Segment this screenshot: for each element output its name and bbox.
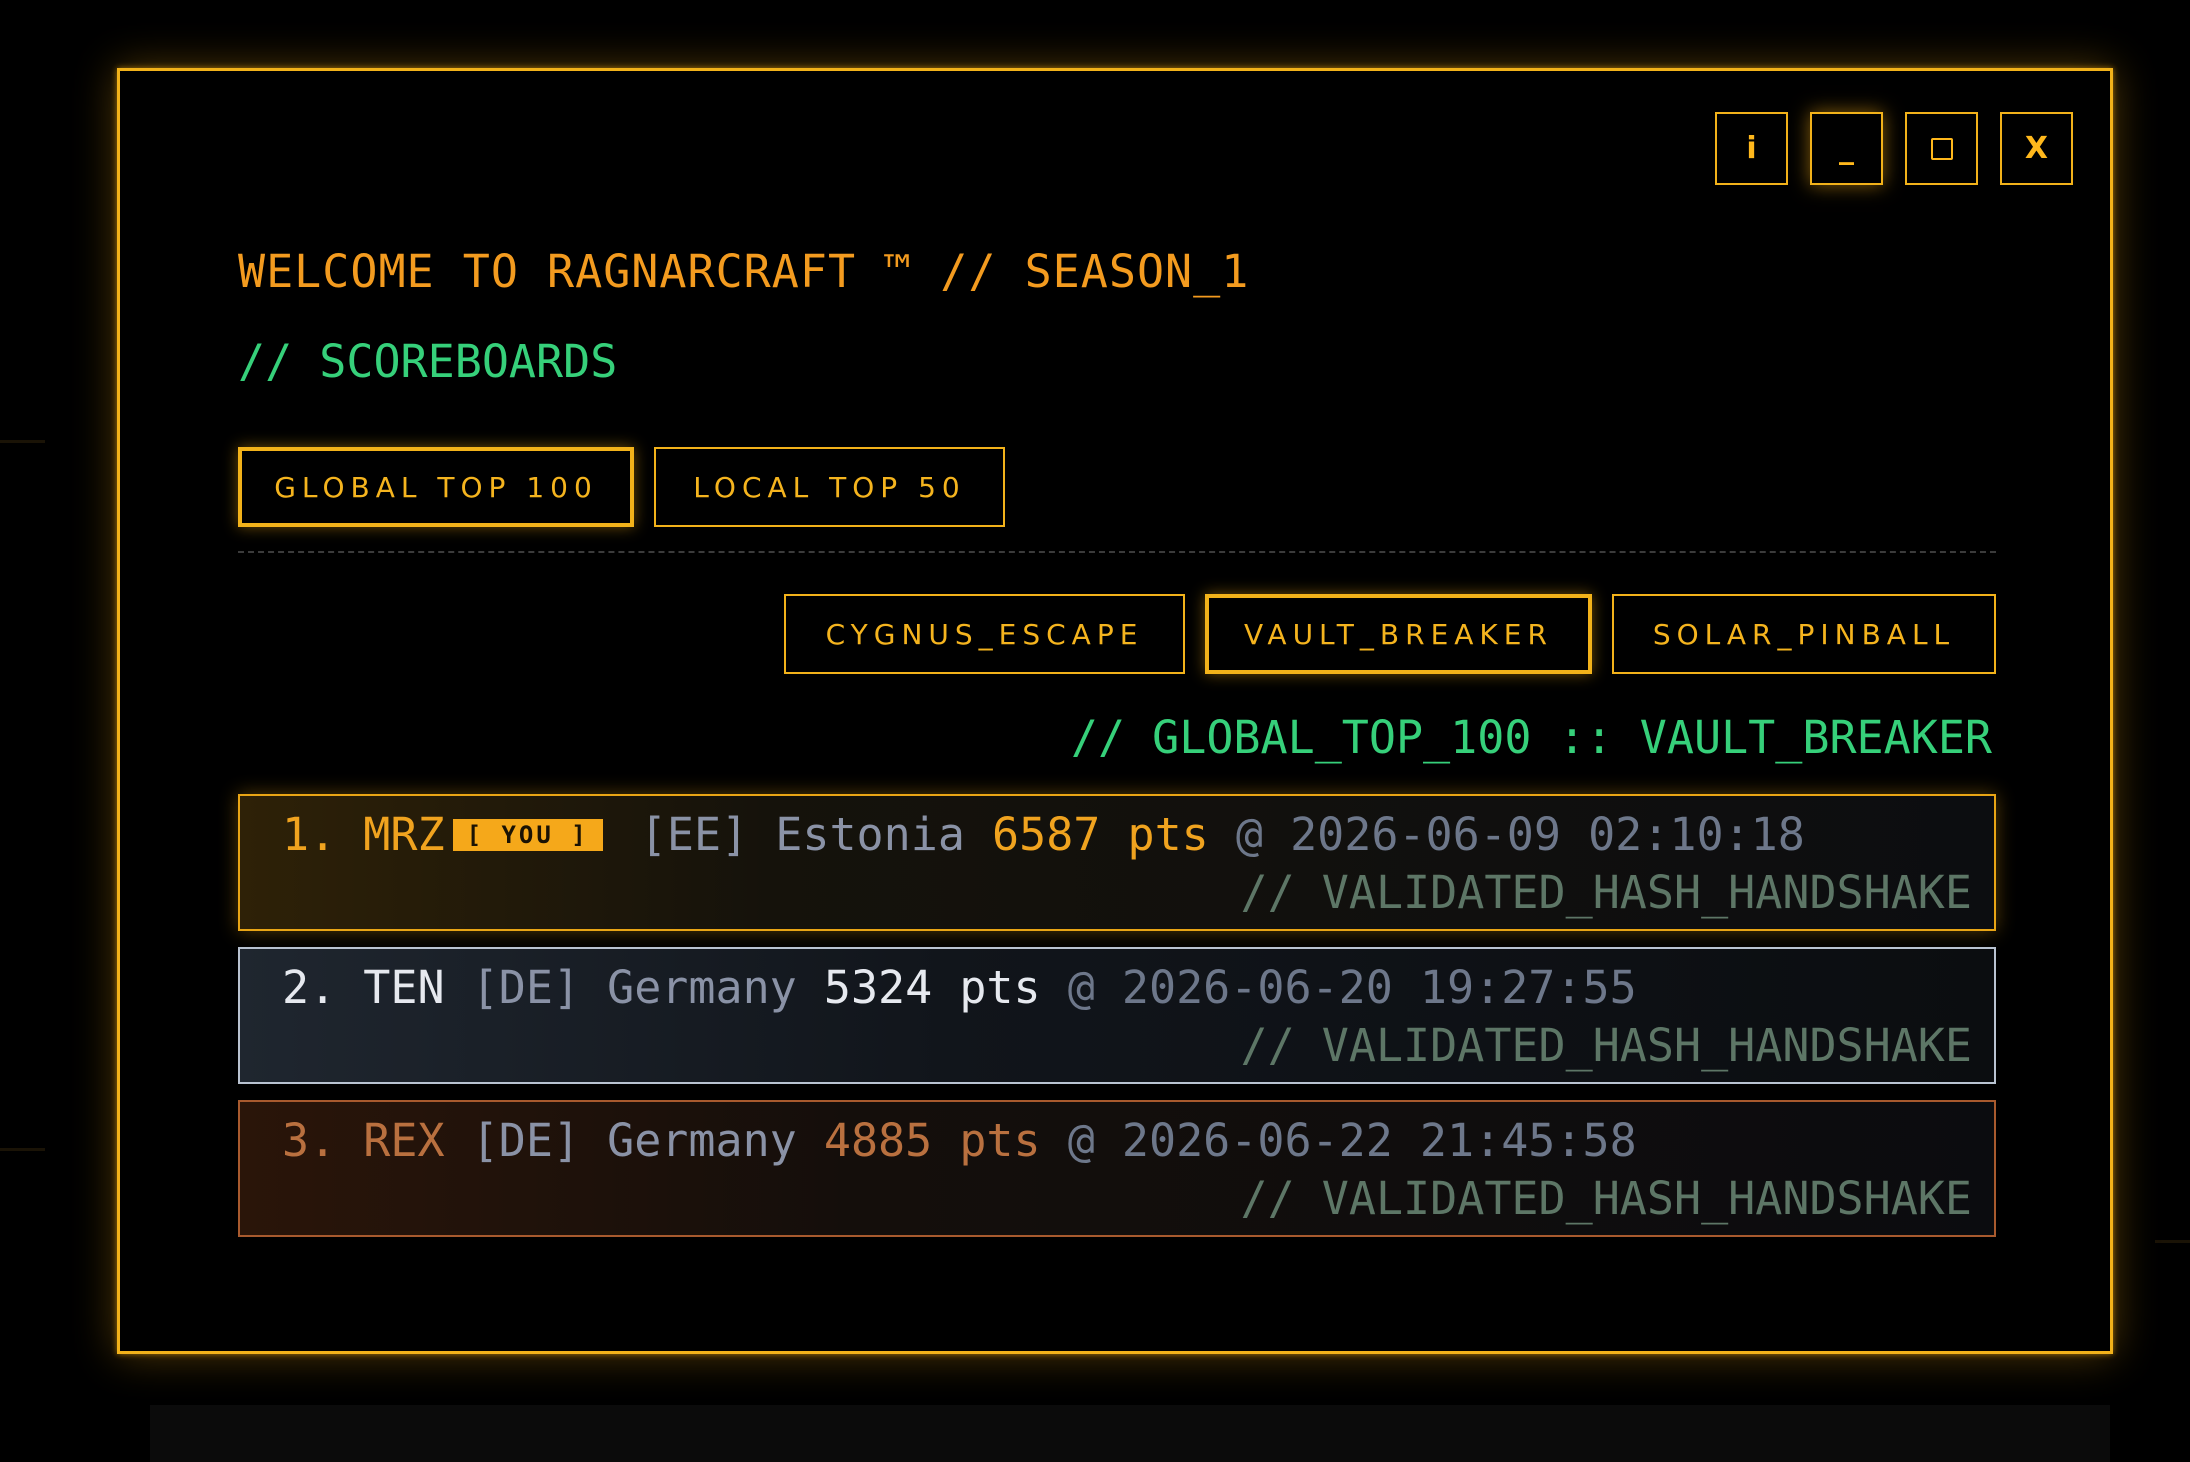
page-title: WELCOME TO RAGNARCRAFT ™ // SEASON_1 [238,245,1250,298]
country: Estonia [775,808,965,861]
validation-status: // VALIDATED_HASH_HANDSHAKE [1240,1019,1973,1072]
at-sign: @ [1235,808,1263,861]
country-code: [EE] [639,808,749,861]
tab-local-top-50[interactable]: LOCAL TOP 50 [654,447,1005,527]
rank: 1. [282,808,337,861]
game-tab-label: VAULT_BREAKER [1244,617,1553,651]
background-line [0,440,45,443]
player-name: TEN [363,961,445,1014]
info-icon: i [1746,131,1757,166]
maximize-icon [1930,137,1953,160]
rank: 3. [282,1114,337,1167]
table-row[interactable]: 3. REX [DE] Germany 4885 pts @ 2026-06-2… [238,1100,1996,1237]
game-tab-label: SOLAR_PINBALL [1652,617,1956,651]
game-tab-cygnus-escape[interactable]: CYGNUS_ESCAPE [784,594,1185,674]
entry-main-line: 1. MRZ[ YOU ] [EE] Estonia 6587 pts @ 20… [282,808,1805,861]
minimize-button[interactable]: _ [1810,112,1883,185]
divider [238,551,1996,553]
at-sign: @ [1067,1114,1095,1167]
info-button[interactable]: i [1715,112,1788,185]
close-icon: X [2024,131,2049,166]
maximize-button[interactable] [1905,112,1978,185]
you-badge: [ YOU ] [452,819,603,851]
country: Germany [607,1114,797,1167]
score: 6587 pts [992,808,1209,861]
tab-label: LOCAL TOP 50 [693,470,966,504]
timestamp: 2026-06-09 02:10:18 [1290,808,1805,861]
table-row[interactable]: 2. TEN [DE] Germany 5324 pts @ 2026-06-2… [238,947,1996,1084]
table-row[interactable]: 1. MRZ[ YOU ] [EE] Estonia 6587 pts @ 20… [238,794,1996,931]
player-name: REX [363,1114,445,1167]
close-button[interactable]: X [2000,112,2073,185]
background-line [0,1148,45,1151]
rank: 2. [282,961,337,1014]
minimize-icon: _ [1839,131,1854,166]
validation-status: // VALIDATED_HASH_HANDSHAKE [1240,1172,1973,1225]
validation-status: // VALIDATED_HASH_HANDSHAKE [1240,866,1973,919]
timestamp: 2026-06-22 21:45:58 [1121,1114,1637,1167]
section-subtitle: // SCOREBOARDS [238,335,618,388]
background-strip [150,1405,2110,1462]
timestamp: 2026-06-20 19:27:55 [1121,961,1637,1014]
score: 5324 pts [823,961,1041,1014]
country-code: [DE] [471,961,581,1014]
tab-label: GLOBAL TOP 100 [274,470,598,504]
entry-main-line: 3. REX [DE] Germany 4885 pts @ 2026-06-2… [282,1114,1637,1167]
score: 4885 pts [823,1114,1041,1167]
board-heading: // GLOBAL_TOP_100 :: VAULT_BREAKER [1070,711,1992,764]
entry-main-line: 2. TEN [DE] Germany 5324 pts @ 2026-06-2… [282,961,1637,1014]
country-code: [DE] [471,1114,581,1167]
country: Germany [607,961,797,1014]
player-name: MRZ [363,808,445,861]
scoreboard-window: i _ X WELCOME TO RAGNARCRAFT ™ // SEASON… [117,68,2113,1354]
tab-global-top-100[interactable]: GLOBAL TOP 100 [238,447,634,527]
background-line [2155,1240,2190,1243]
game-tab-vault-breaker[interactable]: VAULT_BREAKER [1205,594,1592,674]
game-tab-label: CYGNUS_ESCAPE [825,617,1144,651]
at-sign: @ [1067,961,1095,1014]
game-tab-solar-pinball[interactable]: SOLAR_PINBALL [1612,594,1996,674]
